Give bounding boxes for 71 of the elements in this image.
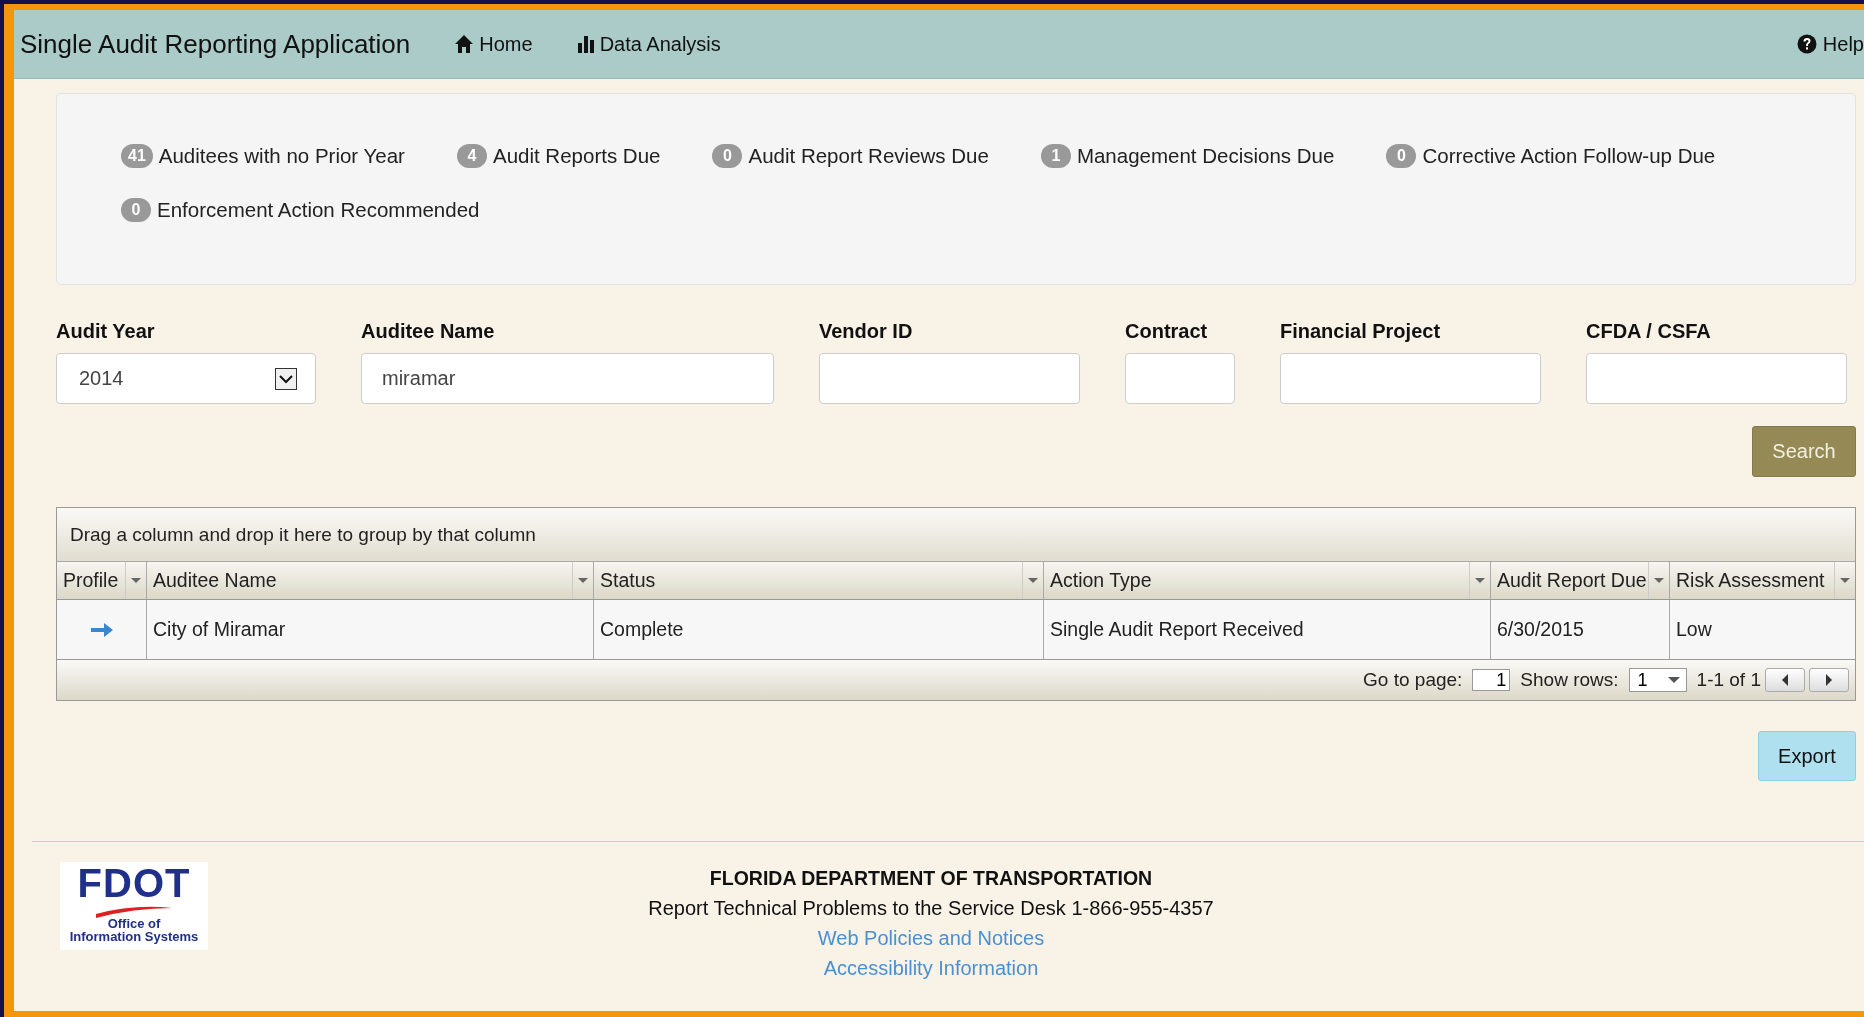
home-icon	[454, 34, 475, 54]
field-label: Auditee Name	[361, 320, 496, 343]
summary-label: Audit Reports Due	[492, 144, 661, 168]
count-badge: 0	[1386, 144, 1417, 168]
column-header[interactable]: Profile	[57, 562, 147, 599]
table-cell: 6/30/2015	[1491, 600, 1670, 659]
summary-label: Audit Report Reviews Due	[748, 144, 989, 168]
help-link[interactable]: Help	[1796, 32, 1864, 56]
previous-page-button[interactable]	[1765, 668, 1805, 692]
summary-label: Auditees with no Prior Year	[158, 144, 405, 168]
bar-chart-icon	[576, 34, 595, 54]
summary-label: Enforcement Action Recommended	[157, 198, 480, 222]
caret-icon	[1654, 578, 1664, 583]
table-cell: Complete	[594, 600, 1044, 659]
export-button[interactable]: Export	[1758, 731, 1856, 781]
count-badge: 0	[712, 144, 743, 168]
summary-link[interactable]: 0 Audit Report Reviews Due	[712, 144, 989, 168]
footer-title: FLORIDA DEPARTMENT OF TRANSPORTATION	[709, 867, 1153, 890]
nav-link[interactable]: Data Analysis	[576, 32, 721, 56]
field-label: CFDA / CSFA	[1586, 320, 1712, 343]
page-range: 1-1 of 1	[1696, 669, 1761, 691]
column-header[interactable]: Audit Report Due	[1491, 562, 1670, 599]
table-cell: Single Audit Report Received	[1044, 600, 1491, 659]
next-page-button[interactable]	[1809, 668, 1849, 692]
field-label: Financial Project	[1280, 320, 1442, 343]
group-hint: Drag a column and drop it here to group by that column	[70, 523, 536, 546]
count-badge: 41	[121, 144, 153, 168]
triangle-left-icon	[1782, 674, 1788, 686]
caret-icon	[1667, 677, 1680, 683]
triangle-right-icon	[1826, 674, 1832, 686]
input-field[interactable]	[1586, 353, 1847, 404]
input-field[interactable]	[1125, 353, 1235, 404]
caret-icon	[1475, 578, 1485, 583]
summary-label: Corrective Action Follow-up Due	[1422, 144, 1716, 168]
pager-label: Go to page:	[1363, 669, 1463, 691]
column-header[interactable]: Action Type	[1044, 562, 1491, 599]
caret-icon	[131, 578, 141, 583]
input-field[interactable]	[1280, 353, 1541, 404]
summary-link[interactable]: 0 Corrective Action Follow-up Due	[1386, 144, 1716, 168]
column-header[interactable]: Auditee Name	[147, 562, 594, 599]
pager-label: Show rows:	[1520, 669, 1619, 691]
field-label: Vendor ID	[819, 320, 914, 343]
fdot-logo: FDOT Office of Information Systems	[60, 862, 208, 950]
table-cell-text: Low	[1675, 617, 1713, 642]
help-icon	[1796, 34, 1817, 54]
caret-icon	[578, 578, 588, 583]
summary-link[interactable]: 4 Audit Reports Due	[456, 144, 661, 168]
summary-label: Management Decisions Due	[1076, 144, 1335, 168]
chevron-down-icon	[275, 367, 297, 390]
count-badge: 0	[121, 198, 151, 222]
year-dropdown[interactable]: 2014	[56, 353, 316, 404]
app-title[interactable]: Single Audit Reporting Application	[20, 28, 411, 60]
rows-dropdown[interactable]: 1	[1628, 668, 1687, 692]
support-text: Report Technical Problems to the Service Desk 1-866-955-4357	[648, 897, 1214, 920]
nav-link[interactable]: Home	[454, 32, 533, 56]
summary-link[interactable]: 41 Auditees with no Prior Year	[121, 144, 405, 168]
caret-icon	[1840, 578, 1850, 583]
table-cell: City of Miramar	[147, 600, 594, 659]
column-header[interactable]: Risk Assessment	[1670, 562, 1855, 599]
field-label: Contract	[1125, 320, 1209, 343]
count-badge: 1	[1040, 144, 1071, 168]
count-badge: 4	[456, 144, 487, 168]
input-field[interactable]	[819, 353, 1080, 404]
field-label: Audit Year	[56, 320, 156, 343]
summary-link[interactable]: 1 Management Decisions Due	[1040, 144, 1335, 168]
input-field[interactable]: miramar	[361, 353, 774, 404]
summary-link[interactable]: 0 Enforcement Action Recommended	[121, 198, 480, 222]
page-input[interactable]: 1	[1472, 669, 1511, 691]
column-header[interactable]: Status	[594, 562, 1044, 599]
caret-icon	[1028, 578, 1038, 583]
arrow-right-icon	[90, 620, 113, 639]
